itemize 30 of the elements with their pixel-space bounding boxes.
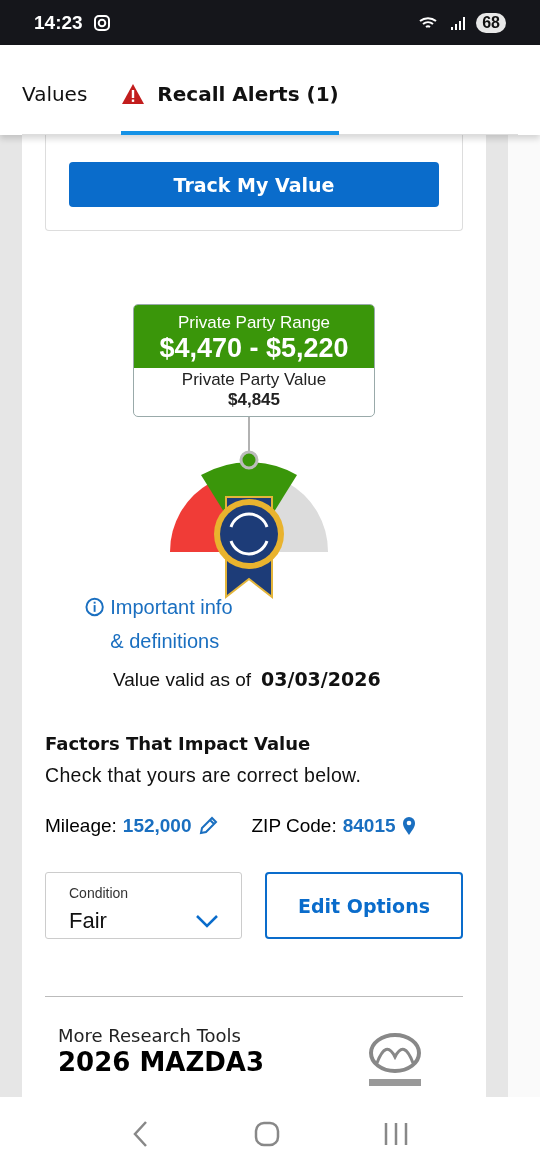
signal-icon [450, 14, 467, 31]
valid-date: 03/03/2026 [261, 668, 381, 690]
chevron-down-icon [195, 914, 219, 929]
info-link[interactable]: Important info & definitions [110, 590, 245, 658]
recent-apps-icon [382, 1121, 409, 1146]
pencil-icon [197, 816, 218, 836]
info-icon [85, 597, 105, 617]
status-time: 14:23 [34, 11, 83, 34]
camera-icon [92, 13, 111, 32]
value-amount: $4,845 [227, 390, 281, 410]
zip-link[interactable]: 84015 [342, 815, 396, 837]
value-label: Private Party Value [180, 370, 328, 390]
factors-subtitle: Check that yours are correct below. [45, 764, 363, 787]
edit-options-button[interactable]: Edit Options [265, 872, 463, 939]
range-title: Private Party Range [176, 313, 332, 333]
track-value-button[interactable]: Track My Value [69, 162, 439, 207]
vehicle-title: 2026 MAZDA3 [58, 1046, 266, 1078]
valid-label: Value valid as of [113, 669, 251, 691]
warning-icon [121, 82, 146, 105]
mileage-label: Mileage: [45, 815, 117, 837]
price-range: $4,470 - $5,220 [158, 333, 350, 364]
condition-select[interactable]: Condition Fair [45, 872, 242, 939]
factors-heading: Factors That Impact Value [45, 733, 312, 754]
mileage-link[interactable]: 152,000 [122, 815, 192, 837]
zip-label: ZIP Code: [251, 815, 337, 837]
tab[interactable]: Values [22, 56, 88, 135]
battery-level: 68 [476, 12, 506, 33]
location-pin-icon [401, 816, 416, 836]
research-label: More Research Tools [58, 1025, 242, 1046]
home-icon [254, 1120, 280, 1147]
